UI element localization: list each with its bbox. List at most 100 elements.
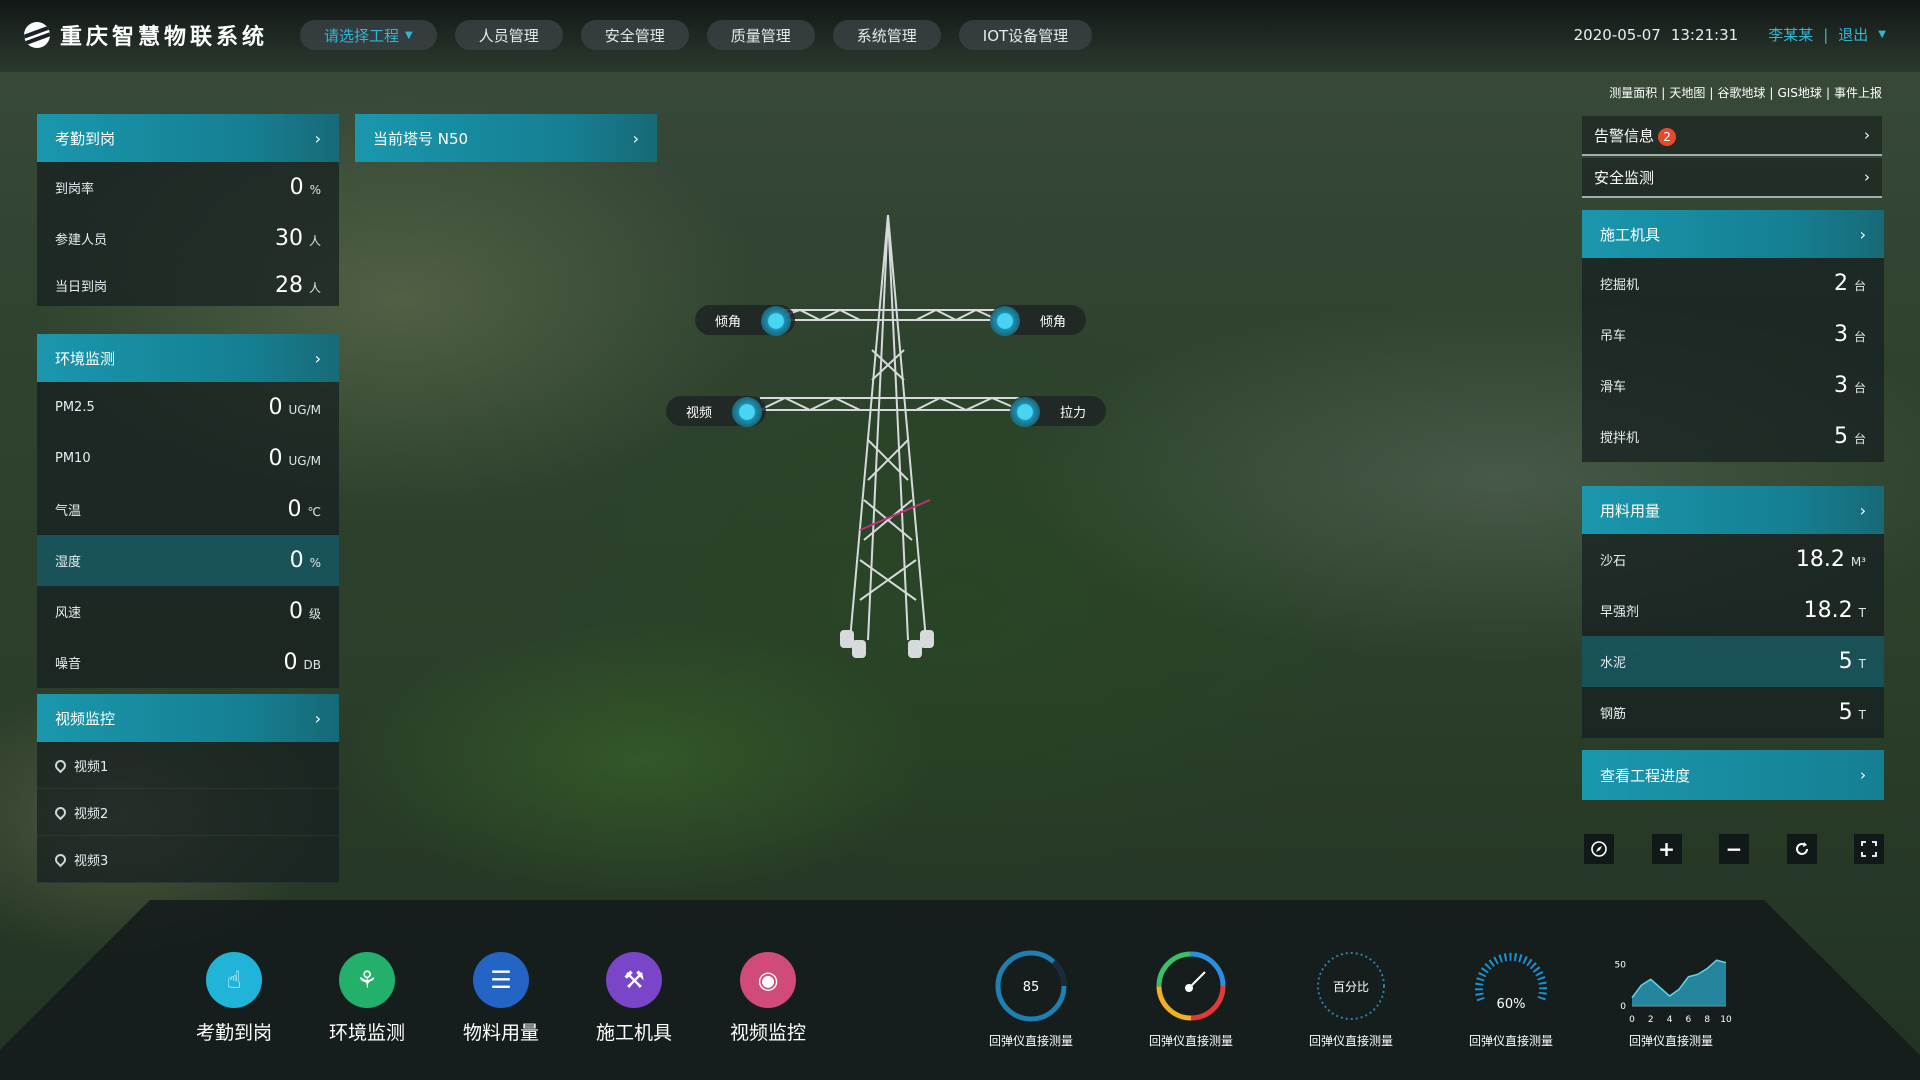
gauge-label: 回弹仪直接测量 (1148, 1034, 1233, 1048)
zoom-in-icon[interactable]: + (1651, 834, 1682, 864)
chevron-right-icon: › (1859, 224, 1866, 244)
row-value: 5 (1838, 700, 1853, 725)
gauge-value: 百分比 (1333, 980, 1369, 994)
view-progress-label: 查看工程进度 (1600, 766, 1691, 785)
nav-system[interactable]: 系统管理 (832, 20, 941, 50)
zoom-out-icon[interactable]: − (1719, 834, 1749, 864)
row-unit: 台 (1853, 279, 1866, 293)
row-label: 湿度 (55, 555, 82, 570)
row-label: 早强剂 (1600, 605, 1640, 620)
nav-personnel[interactable]: 人员管理 (454, 20, 563, 50)
row-value: 3 (1833, 373, 1848, 398)
map-link-gis-earth[interactable]: GIS地球 (1777, 86, 1821, 100)
attendance-header[interactable]: 考勤到岗 › (37, 114, 339, 162)
camera-icon: ◉ (740, 952, 796, 1008)
row-label: 气温 (55, 504, 82, 519)
gauge-value: 60% (1497, 997, 1526, 1012)
row-unit: DB (303, 658, 321, 672)
transmission-tower (750, 214, 1030, 658)
alert-info-row[interactable]: 告警信息 2 › (1582, 116, 1882, 156)
y-tick-label: 0 (1620, 1002, 1626, 1012)
row-label: 风速 (55, 606, 82, 621)
alert-title: 告警信息 (1594, 126, 1655, 145)
link-sep: | (1825, 86, 1830, 100)
nav-iot[interactable]: IOT设备管理 (958, 20, 1093, 50)
attendance-row: 到岗率 0% (37, 162, 339, 213)
logout-button[interactable]: 退出 (1838, 24, 1868, 45)
map-link-measure[interactable]: 测量面积 (1609, 86, 1657, 100)
machine-row: 吊车 3台 (1582, 309, 1884, 360)
materials-header[interactable]: 用料用量 › (1582, 486, 1884, 534)
dock-item-video[interactable]: ◉ 视频监控 (708, 952, 828, 1045)
environment-row: PM10 0 UG/M (37, 433, 339, 484)
gauge-dotted: 百分比 回弹仪直接测量 (1286, 948, 1416, 1049)
video-item[interactable]: 视频3 (37, 836, 339, 883)
link-sep: | (1661, 86, 1666, 100)
row-unit: 级 (308, 607, 321, 621)
dock-item-machines[interactable]: ⚒ 施工机具 (574, 952, 694, 1045)
sensor-node[interactable] (990, 306, 1020, 336)
app-logo: 重庆智慧物联系统 (24, 20, 268, 50)
row-label: 挖掘机 (1600, 278, 1640, 293)
chevron-right-icon: › (1860, 766, 1866, 784)
video-item[interactable]: 视频1 (37, 742, 339, 789)
user-name[interactable]: 李某某 (1768, 24, 1813, 45)
sensor-node[interactable] (732, 397, 762, 427)
map-toolbar: + − (1584, 834, 1884, 864)
gauge-dial: 回弹仪直接测量 (1126, 948, 1256, 1049)
map-link-google-earth[interactable]: 谷歌地球 (1717, 86, 1765, 100)
location-pin-icon (52, 851, 69, 867)
environment-row: 风速 0级 (37, 586, 339, 637)
row-label: 吊车 (1600, 329, 1627, 344)
dock-item-attendance[interactable]: ☝ 考勤到岗 (174, 952, 294, 1045)
gauge-label: 回弹仪直接测量 (1468, 1034, 1553, 1048)
dock-item-materials[interactable]: ☰ 物料用量 (441, 952, 561, 1045)
video-item[interactable]: 视频2 (37, 789, 339, 836)
project-select[interactable]: 请选择工程 ▼ (300, 20, 437, 50)
nav-quality[interactable]: 质量管理 (706, 20, 815, 50)
video-header[interactable]: 视频监控 › (37, 694, 339, 742)
row-value: 0 (268, 395, 283, 420)
row-value: 0 (268, 446, 283, 471)
row-unit: UG/M (288, 454, 321, 468)
sensor-node[interactable] (761, 306, 791, 336)
video-panel: 视频监控 › 视频1 视频2 视频3 (37, 694, 339, 883)
hand-touch-icon: ☝ (206, 952, 262, 1008)
bottom-dock: ☝ 考勤到岗 ⚘ 环境监测 ☰ 物料用量 ⚒ 施工机具 ◉ 视频监控 85 回弹… (0, 900, 1920, 1080)
view-progress-button[interactable]: 查看工程进度 › (1582, 750, 1884, 800)
tag-label: 拉力 (1059, 405, 1086, 421)
environment-row: PM2.5 0 UG/M (37, 382, 339, 433)
environment-header[interactable]: 环境监测 › (37, 334, 339, 382)
row-label: 滑车 (1600, 380, 1627, 395)
map-link-event-report[interactable]: 事件上报 (1834, 86, 1882, 100)
row-label: PM2.5 (55, 400, 95, 415)
x-tick-label: 8 (1704, 1015, 1710, 1025)
map-links: 测量面积 | 天地图 | 谷歌地球 | GIS地球 | 事件上报 (1607, 84, 1884, 101)
machines-title: 施工机具 (1600, 225, 1661, 244)
gauge-label: 回弹仪直接测量 (1308, 1034, 1393, 1048)
fullscreen-icon[interactable] (1854, 834, 1884, 864)
map-link-tianditu[interactable]: 天地图 (1669, 86, 1705, 100)
mini-area-chart: 0 2 4 6 8 10 50 0 回弹仪直接测量 (1606, 948, 1736, 1049)
x-tick-label: 6 (1686, 1015, 1692, 1025)
sensor-node[interactable] (1010, 397, 1040, 427)
row-value: 3 (1833, 322, 1848, 347)
video-item-label: 视频3 (74, 853, 109, 869)
row-label: 到岗率 (55, 182, 95, 197)
compass-icon[interactable] (1584, 834, 1614, 864)
machines-header[interactable]: 施工机具 › (1582, 210, 1884, 258)
nav-safety[interactable]: 安全管理 (580, 20, 689, 50)
row-value: 30 (274, 226, 303, 251)
material-row: 沙石 18.2 M³ (1582, 534, 1884, 585)
attendance-row: 当日到岗 28 人 (37, 264, 339, 306)
video-item-label: 视频1 (74, 759, 109, 775)
refresh-icon[interactable] (1786, 834, 1817, 864)
dock-item-environment[interactable]: ⚘ 环境监测 (307, 952, 427, 1045)
tower-header[interactable]: 当前塔号 N50 › (355, 114, 657, 162)
safety-monitor-row[interactable]: 安全监测 › (1582, 158, 1882, 198)
row-label: 参建人员 (55, 233, 108, 248)
video-title: 视频监控 (55, 709, 116, 728)
main-nav: 请选择工程 ▼ 人员管理 安全管理 质量管理 系统管理 IOT设备管理 (300, 20, 1093, 50)
chevron-down-icon[interactable]: ▼ (1878, 29, 1886, 40)
row-unit: 台 (1853, 330, 1866, 344)
